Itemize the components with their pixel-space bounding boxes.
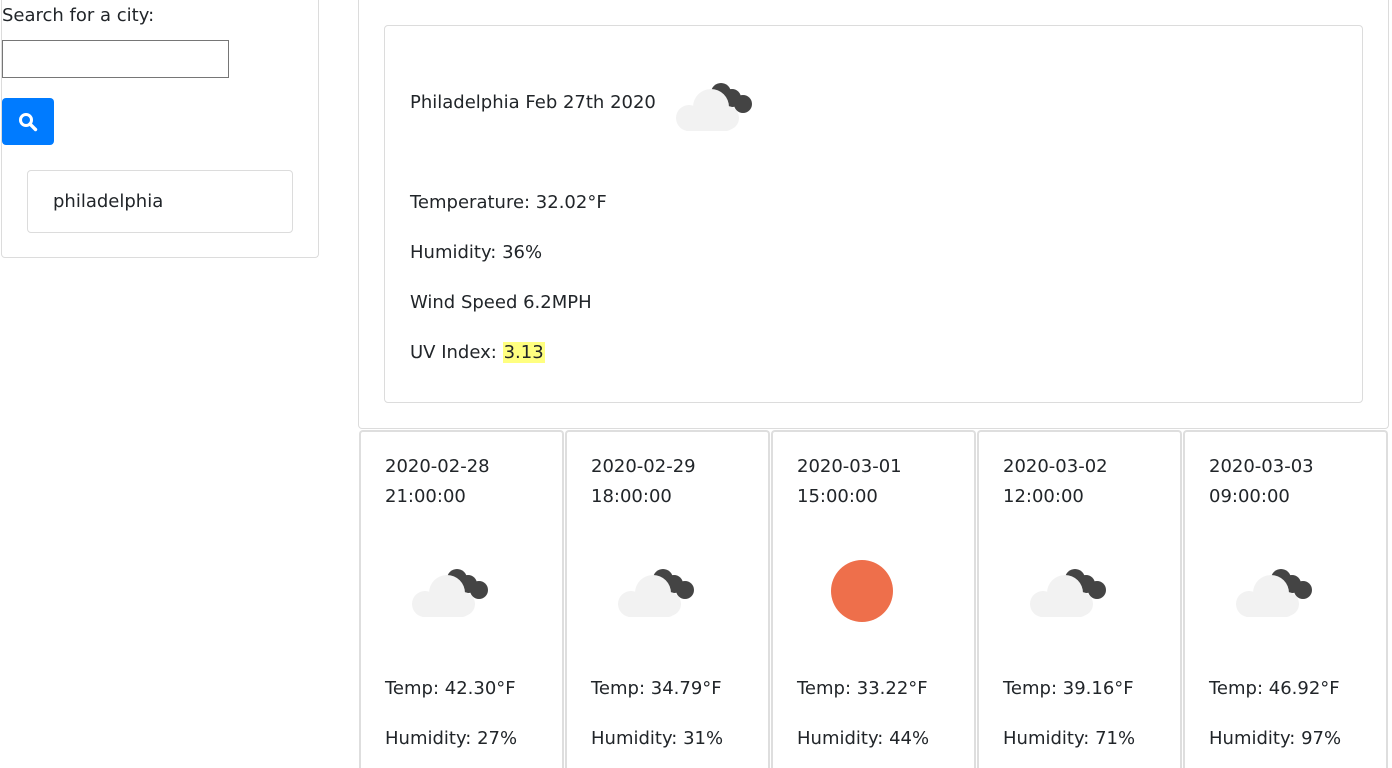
uv-index-value: 3.13 xyxy=(502,342,545,363)
current-city-date: Philadelphia Feb 27th 2020 xyxy=(410,92,656,113)
forecast-temp: Temp: 42.30°F xyxy=(385,678,516,699)
search-icon xyxy=(19,112,38,131)
forecast-time: 09:00:00 xyxy=(1209,486,1290,507)
forecast-date: 2020-03-01 xyxy=(797,456,902,477)
forecast-datetime: 2020-02-29 18:00:00 xyxy=(591,452,696,512)
current-uv-index: UV Index: 3.13 xyxy=(410,341,545,365)
forecast-time: 12:00:00 xyxy=(1003,486,1084,507)
forecast-humidity: Humidity: 97% xyxy=(1209,728,1342,749)
cloudy-night-icon xyxy=(1030,569,1106,617)
forecast-humidity: Humidity: 71% xyxy=(1003,728,1136,749)
forecast-datetime: 2020-03-02 12:00:00 xyxy=(1003,452,1108,512)
uv-index-label: UV Index: xyxy=(410,342,503,363)
forecast-card: 2020-03-02 12:00:00 Temp: 39.16°F Humidit… xyxy=(977,430,1182,768)
cloudy-night-icon xyxy=(1236,569,1312,617)
forecast-time: 21:00:00 xyxy=(385,486,466,507)
forecast-time: 15:00:00 xyxy=(797,486,878,507)
forecast-datetime: 2020-03-01 15:00:00 xyxy=(797,452,902,512)
forecast-humidity: Humidity: 44% xyxy=(797,728,930,749)
current-humidity: Humidity: 36% xyxy=(410,242,543,263)
forecast-card: 2020-02-28 21:00:00 Temp: 42.30°F Humidit… xyxy=(359,430,564,768)
sun-icon xyxy=(831,560,893,622)
cloudy-night-icon xyxy=(618,569,694,617)
forecast-time: 18:00:00 xyxy=(591,486,672,507)
forecast-temp: Temp: 46.92°F xyxy=(1209,678,1340,699)
forecast-date: 2020-03-03 xyxy=(1209,456,1314,477)
forecast-card: 2020-03-03 09:00:00 Temp: 46.92°F Humidit… xyxy=(1183,430,1388,768)
cloudy-night-icon xyxy=(412,569,488,617)
current-wind-speed: Wind Speed 6.2MPH xyxy=(410,292,592,313)
forecast-card: 2020-03-01 15:00:00 Temp: 33.22°F Humidit… xyxy=(771,430,976,768)
search-input[interactable] xyxy=(2,40,229,78)
forecast-temp: Temp: 33.22°F xyxy=(797,678,928,699)
current-temperature: Temperature: 32.02°F xyxy=(410,192,607,213)
forecast-date: 2020-02-29 xyxy=(591,456,696,477)
forecast-temp: Temp: 34.79°F xyxy=(591,678,722,699)
forecast-card: 2020-02-29 18:00:00 Temp: 34.79°F Humidit… xyxy=(565,430,770,768)
history-item-philadelphia[interactable]: philadelphia xyxy=(27,170,293,233)
search-label: Search for a city: xyxy=(2,5,155,26)
forecast-humidity: Humidity: 27% xyxy=(385,728,518,749)
search-button[interactable] xyxy=(2,98,54,145)
forecast-datetime: 2020-03-03 09:00:00 xyxy=(1209,452,1314,512)
forecast-date: 2020-02-28 xyxy=(385,456,490,477)
forecast-humidity: Humidity: 31% xyxy=(591,728,724,749)
forecast-datetime: 2020-02-28 21:00:00 xyxy=(385,452,490,512)
forecast-date: 2020-03-02 xyxy=(1003,456,1108,477)
forecast-temp: Temp: 39.16°F xyxy=(1003,678,1134,699)
cloudy-night-icon xyxy=(676,83,752,131)
